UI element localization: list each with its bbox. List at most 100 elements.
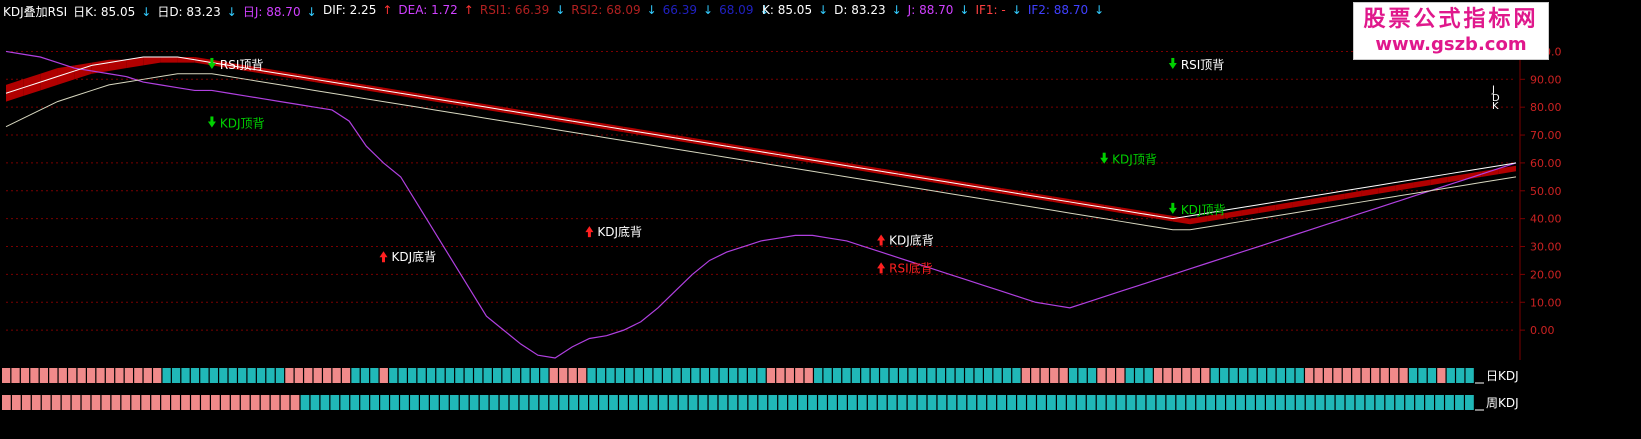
kdj-state-bar [1182,368,1191,383]
kdj-state-bar [1275,395,1285,410]
kdj-state-bar [955,368,964,383]
kdj-state-bar [1125,368,1134,383]
kdj-state-bar [238,368,247,383]
kdj-state-bar [1395,395,1405,410]
kdj-state-bar [1342,368,1352,383]
kdj-state-bar [917,395,927,410]
kdj-state-bar [1206,395,1216,410]
kdj-state-bar [1037,395,1046,410]
kdj-state-bar [162,368,171,383]
kdj-state-bar [1295,395,1305,410]
kdj-state-bar [256,368,266,383]
kdj-state-bar [380,395,389,410]
kdj-state-bar [420,395,429,410]
rsi-band-up [1498,165,1516,175]
kdj-state-bar [390,395,399,410]
arrow-down-icon: ↓ [1011,3,1022,17]
kdj-state-bar [917,368,927,383]
kdj-state-bar [1238,368,1248,383]
kdj-state-bar [814,368,823,383]
kdj-state-bar [1345,395,1355,410]
kdj-state-bar [1096,395,1106,410]
kdj-state-bar [599,395,608,410]
macd-values: DIF: 2.25 ↑ DEA: 1.72 ↑ RSI1: 66.39 ↓ RSI2: 68… [323,3,776,17]
rsi-band-up [1361,188,1379,197]
kdj-state-bar [1437,368,1446,383]
kdj-state-bar [91,395,101,410]
kdj-state-bar [200,368,209,383]
kdj-state-bar [11,395,21,410]
kdj-state-bar [1335,395,1345,410]
kdj-state-bar [1146,395,1156,410]
kdj-state-bar [1246,395,1255,410]
rsi-band-up [1189,215,1208,225]
kdj-state-bar [1236,395,1245,410]
kdj-state-bar [729,368,738,383]
kdj-state-bar [1408,368,1418,383]
signal-annotation-label: KDJ顶背 [1181,203,1226,217]
rsi3-value: 66.39 [662,3,698,17]
rsi-band-up [1378,185,1396,194]
kdj-state-bar [201,395,210,410]
kdj-state-bar [1445,395,1454,410]
rsi-band-up [1258,204,1276,214]
kdj-state-bar [587,368,596,383]
kdj-state-bar [965,368,974,383]
kdj-state-bar [1086,395,1096,410]
kdj-state-bar [974,368,983,383]
kdj-state-bar [71,395,81,410]
kdj-state-bar [379,368,388,383]
kdj-state-bar [1425,395,1434,410]
rsi-band-up [1344,190,1362,200]
kdj-state-bar [1256,395,1265,410]
kdj-state-bar [39,368,49,383]
kdj-state-bar [1210,368,1219,383]
kdj-state-bar [86,368,96,383]
arrow-down-icon: ↓ [646,3,657,17]
kdj-state-bar [1380,368,1389,383]
kdj-state-bar [171,368,181,383]
kdj-state-bar [300,395,310,410]
kdj-state-bar [1286,368,1295,383]
watermark-title: 股票公式指标网 [1363,7,1539,32]
kdj-state-bar [426,368,436,383]
signal-annotation-label: RSI底背 [889,260,933,275]
kdj-state-bar [748,395,758,410]
kdj-state-bar [1201,368,1210,383]
bar-row-label: 日KDJ [1486,369,1519,383]
kdj-state-bar [1163,368,1172,383]
y-tick-label: 50.00 [1530,185,1562,198]
kdj-state-bar [408,368,417,383]
kdj-state-bar [681,368,691,383]
kdj-state-bar [947,395,957,410]
kdj-state-bar [161,395,170,410]
y-tick-label: 60.00 [1530,157,1562,170]
kdj-state-bar [540,368,549,383]
kdj-state-bar [1352,368,1361,383]
kdj-state-bar [211,395,220,410]
kdj-state-bar [861,368,870,383]
kdj-state-bar [141,395,151,410]
kdj-state-bar [31,395,41,410]
kdj-state-bar [1285,395,1295,410]
signal-annotation-label: KDJ底背 [889,233,934,248]
kdj-state-bar [1031,368,1040,383]
kdj-state-bar [530,368,540,383]
kdj-state-bar [708,395,718,410]
kdj-state-bar [936,368,946,383]
kdj-state-bar [1106,368,1115,383]
kdj-state-bar [313,368,322,383]
arrow-up-icon [382,256,385,263]
dif-value: DIF: 2.25 [323,3,377,17]
kdj-state-bar [502,368,511,383]
y-tick-label: 0.00 [1530,324,1555,337]
kdj-state-bar [887,395,897,410]
kdj-state-bar [662,368,672,383]
kdj-state-bar [997,395,1007,410]
kdj-state-bar [897,395,907,410]
kdj-state-bar [445,368,455,383]
kdj-state-bar [1191,368,1200,383]
arrow-down-icon: ↓ [1094,3,1105,17]
kdj-state-bar [499,395,509,410]
kdj-state-bar [889,368,898,383]
